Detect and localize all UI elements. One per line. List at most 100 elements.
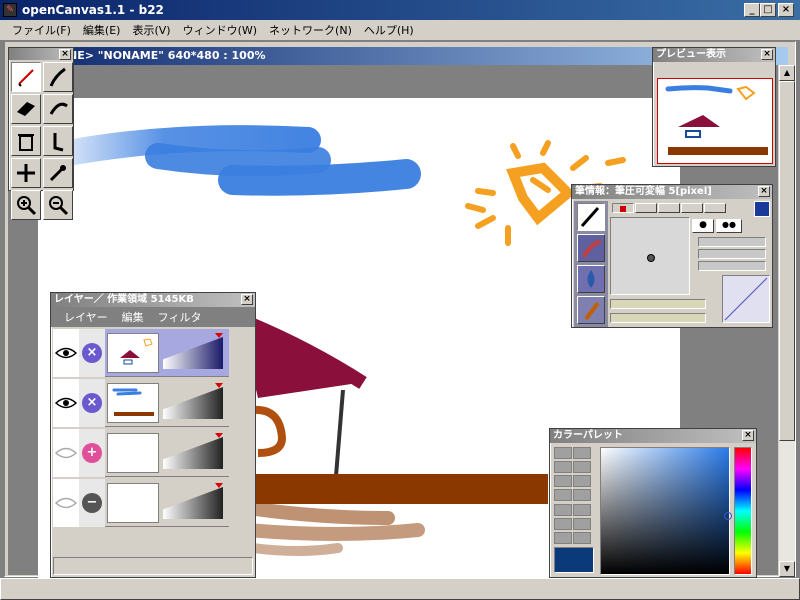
eye-icon bbox=[55, 397, 77, 409]
brush-close-button[interactable]: × bbox=[758, 186, 770, 197]
layer-panel-titlebar[interactable]: レイヤー／ 作業領域 5145KB × bbox=[51, 293, 255, 307]
layer-opacity-gradient[interactable] bbox=[163, 337, 223, 369]
save-icon[interactable] bbox=[754, 201, 770, 217]
brush-tab-1[interactable] bbox=[612, 203, 634, 213]
menu-network[interactable]: ネットワーク(N) bbox=[263, 22, 358, 38]
brush-slider-1[interactable] bbox=[698, 237, 766, 247]
close-button[interactable]: × bbox=[778, 3, 794, 17]
preview-viewport[interactable] bbox=[657, 78, 773, 164]
color-swatch[interactable] bbox=[573, 461, 591, 474]
layer-mode-toggle[interactable]: − bbox=[79, 479, 105, 527]
layer-menu-filter[interactable]: フィルタ bbox=[151, 309, 209, 325]
tools-close-button[interactable]: × bbox=[59, 49, 71, 60]
brush-shape-multi[interactable]: ●● bbox=[716, 219, 742, 233]
layer-close-button[interactable]: × bbox=[241, 294, 253, 305]
layer-visibility-toggle[interactable] bbox=[53, 429, 79, 477]
hue-slider[interactable] bbox=[734, 447, 752, 575]
brush-eraser-option[interactable] bbox=[577, 296, 605, 324]
trash-tool[interactable] bbox=[11, 126, 41, 156]
eraser-tool[interactable] bbox=[11, 94, 41, 124]
brush-density-slider[interactable] bbox=[610, 299, 706, 309]
color-swatch[interactable] bbox=[573, 531, 591, 544]
color-swatch[interactable] bbox=[573, 475, 591, 488]
layer-row[interactable]: × bbox=[53, 379, 229, 427]
layer-opacity-gradient[interactable] bbox=[163, 487, 223, 519]
menu-window[interactable]: ウィンドウ(W) bbox=[177, 22, 263, 38]
minimize-button[interactable]: _ bbox=[744, 3, 760, 17]
layer-opacity-gradient[interactable] bbox=[163, 437, 223, 469]
menu-help[interactable]: ヘルプ(H) bbox=[358, 22, 420, 38]
color-swatch[interactable] bbox=[573, 447, 591, 459]
dropper-tool[interactable] bbox=[43, 158, 73, 188]
maximize-button[interactable]: □ bbox=[760, 3, 776, 17]
color-swatch[interactable] bbox=[554, 531, 572, 544]
app-icon[interactable]: ✎ bbox=[3, 3, 17, 17]
saturation-value-picker[interactable] bbox=[600, 447, 732, 575]
layer-row[interactable]: + bbox=[53, 429, 229, 477]
zoom-out-tool[interactable] bbox=[43, 190, 73, 220]
brush-slider-3[interactable] bbox=[698, 261, 766, 271]
layer-visibility-toggle[interactable] bbox=[53, 479, 79, 527]
fill-icon bbox=[49, 102, 68, 115]
brush-tab-3[interactable] bbox=[658, 203, 680, 213]
scroll-thumb[interactable] bbox=[779, 81, 795, 441]
brush-tool[interactable] bbox=[43, 62, 73, 92]
color-swatch[interactable] bbox=[554, 489, 572, 502]
preview-panel-titlebar[interactable]: プレビュー表示 × bbox=[653, 48, 775, 62]
color-swatch[interactable] bbox=[554, 461, 572, 474]
scroll-down-button[interactable]: ▼ bbox=[779, 561, 795, 577]
color-panel-titlebar[interactable]: カラーパレット × bbox=[550, 429, 756, 443]
smudge-tool[interactable] bbox=[43, 126, 73, 156]
water-drop-icon bbox=[587, 270, 595, 288]
layer-row[interactable]: − bbox=[53, 479, 229, 527]
tools-panel-titlebar[interactable]: × bbox=[9, 48, 73, 60]
layer-menu-edit[interactable]: 編集 bbox=[115, 309, 151, 325]
layer-thumbnail[interactable] bbox=[107, 333, 159, 373]
layer-thumbnail[interactable] bbox=[107, 433, 159, 473]
pressure-curve[interactable] bbox=[722, 275, 770, 323]
layer-thumbnail[interactable] bbox=[107, 483, 159, 523]
menu-file[interactable]: ファイル(F) bbox=[6, 22, 77, 38]
layer-mode-toggle[interactable]: × bbox=[79, 329, 105, 377]
layer-panel-footer bbox=[53, 557, 253, 575]
brush-opacity-slider[interactable] bbox=[610, 313, 706, 323]
color-swatch[interactable] bbox=[554, 503, 572, 516]
layer-mode-toggle[interactable]: + bbox=[79, 429, 105, 477]
menu-view[interactable]: 表示(V) bbox=[126, 22, 176, 38]
scroll-up-button[interactable]: ▲ bbox=[779, 65, 795, 81]
color-swatch[interactable] bbox=[573, 517, 591, 530]
layer-row[interactable]: × bbox=[53, 329, 229, 377]
pen-tool[interactable] bbox=[11, 62, 41, 92]
layer-opacity-gradient[interactable] bbox=[163, 387, 223, 419]
layer-visibility-toggle[interactable] bbox=[53, 329, 79, 377]
color-swatch[interactable] bbox=[573, 489, 591, 502]
color-swatch[interactable] bbox=[554, 517, 572, 530]
brush-tab-2[interactable] bbox=[635, 203, 657, 213]
layer-visibility-toggle[interactable] bbox=[53, 379, 79, 427]
brush-icon bbox=[582, 239, 601, 258]
vertical-scrollbar[interactable]: ▲ ▼ bbox=[779, 65, 795, 577]
menu-edit[interactable]: 編集(E) bbox=[77, 22, 127, 38]
brush-shape-round[interactable]: ● bbox=[692, 219, 714, 233]
brush-tab-4[interactable] bbox=[681, 203, 703, 213]
color-swatch[interactable] bbox=[573, 503, 591, 516]
layer-thumbnail[interactable] bbox=[107, 383, 159, 423]
color-swatch[interactable] bbox=[554, 447, 572, 459]
fill-tool[interactable] bbox=[43, 94, 73, 124]
layer-menu-layer[interactable]: レイヤー bbox=[57, 309, 115, 325]
color-swatch[interactable] bbox=[554, 475, 572, 488]
brush-slider-2[interactable] bbox=[698, 249, 766, 259]
zoom-in-icon bbox=[17, 196, 37, 216]
layer-mode-toggle[interactable]: × bbox=[79, 379, 105, 427]
brush-tab-5[interactable] bbox=[704, 203, 726, 213]
color-close-button[interactable]: × bbox=[742, 430, 754, 441]
zoom-in-tool[interactable] bbox=[11, 190, 41, 220]
brush-water-option[interactable] bbox=[577, 265, 605, 293]
app-titlebar[interactable]: ✎ openCanvas1.1 - b22 _ □ × bbox=[0, 0, 800, 20]
brush-panel-titlebar[interactable]: 筆情報：筆圧可変幅 5[pixel] × bbox=[572, 185, 772, 199]
brush-airbrush-option[interactable] bbox=[577, 234, 605, 262]
current-color-swatch[interactable] bbox=[554, 547, 594, 573]
move-tool[interactable] bbox=[11, 158, 41, 188]
brush-pen-option[interactable] bbox=[577, 203, 605, 231]
preview-close-button[interactable]: × bbox=[761, 49, 773, 60]
